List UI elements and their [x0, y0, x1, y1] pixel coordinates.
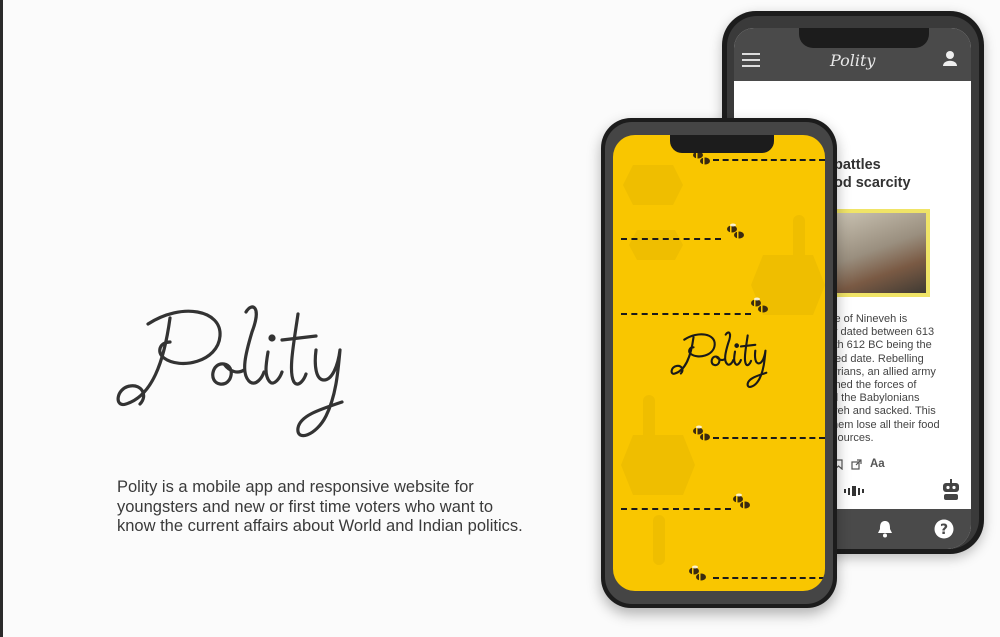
user-icon[interactable]: [943, 50, 957, 66]
bee-icon: [733, 493, 750, 509]
notch: [799, 28, 929, 48]
app-description: Polity is a mobile app and responsive we…: [117, 478, 523, 535]
bee-trail: [621, 508, 731, 510]
font-size-button[interactable]: Aa: [870, 458, 885, 470]
bee-icon: [693, 425, 710, 441]
notch: [670, 135, 774, 153]
bee-trail: [621, 238, 721, 240]
front-phone-mockup: [601, 118, 837, 608]
bee-icon: [689, 565, 706, 581]
bee-trail: [621, 313, 751, 315]
article-body: le of Nineveh is y dated between 613 ith…: [832, 313, 940, 444]
help-icon[interactable]: ?: [934, 519, 954, 539]
splash-logo: [670, 331, 768, 388]
bee-trail: [713, 159, 825, 161]
bee-trail: [713, 577, 825, 579]
article-image: [832, 209, 930, 297]
bee-trail: [713, 437, 825, 439]
bee-icon: [727, 223, 744, 239]
polity-logo: [116, 305, 344, 438]
bell-icon[interactable]: [877, 520, 893, 538]
audio-wave-icon[interactable]: [844, 486, 864, 496]
article-toolbar: Aa: [834, 458, 885, 470]
article-title: battles od scarcity: [834, 157, 911, 191]
svg-text:?: ?: [940, 522, 948, 538]
menu-icon[interactable]: [742, 52, 760, 68]
share-icon[interactable]: [851, 458, 862, 470]
header-title: Polity: [830, 51, 876, 70]
left-edge-divider: [0, 0, 3, 637]
robot-icon[interactable]: [942, 479, 960, 501]
bee-icon: [751, 297, 768, 313]
splash-screen: [613, 135, 825, 591]
